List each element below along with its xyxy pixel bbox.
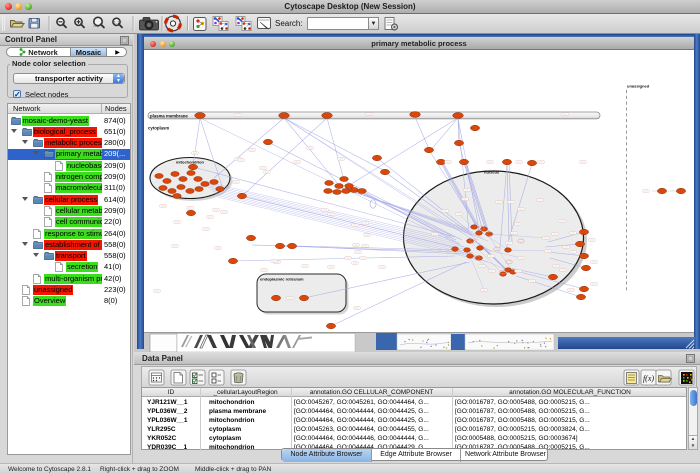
svg-text:mitochondrion: mitochondrion	[176, 160, 205, 165]
svg-text:nucleus: nucleus	[484, 170, 500, 175]
svg-text:cytoplasm: cytoplasm	[148, 126, 169, 131]
svg-text:1:1: 1:1	[114, 19, 120, 24]
svg-text:f(x): f(x)	[643, 374, 654, 383]
svg-text:unassigned: unassigned	[627, 84, 650, 89]
svg-text:plasma membrane: plasma membrane	[150, 113, 188, 118]
svg-text:endoplasmic reticulum: endoplasmic reticulum	[260, 277, 304, 282]
